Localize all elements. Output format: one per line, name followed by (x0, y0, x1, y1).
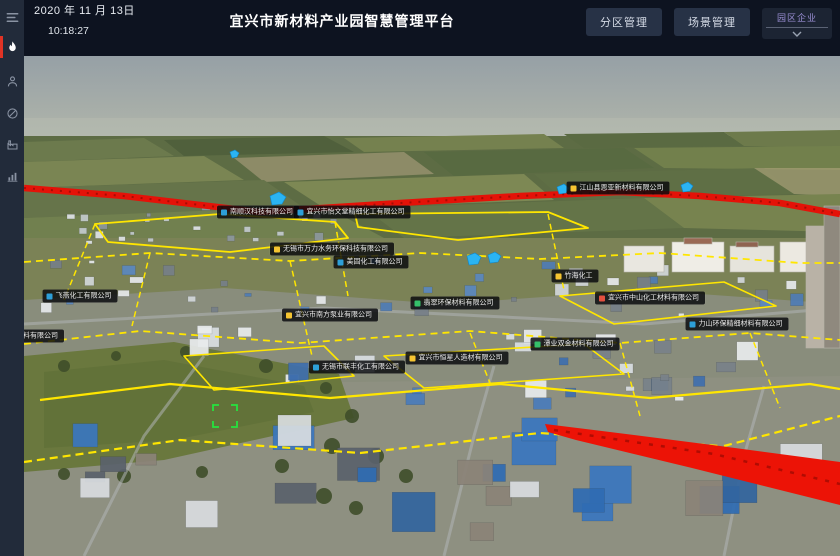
map-3d-view[interactable]: 南顺汉科技有限公司 宜兴市怡文堂精细化工有限公司无锡市万力水务环保科技有限公司美固… (24, 56, 840, 556)
person-icon (6, 75, 19, 88)
company-labels-layer: 南顺汉科技有限公司 宜兴市怡文堂精细化工有限公司无锡市万力水务环保科技有限公司美固… (24, 56, 840, 556)
company-marker-icon (571, 185, 577, 191)
company-label-text: 宜兴市怡文堂精细化工有限公司 (307, 209, 405, 216)
menu-button[interactable] (0, 4, 24, 30)
company-label[interactable]: 南顺汉科技有限公司 (217, 206, 299, 219)
company-marker-icon (313, 364, 319, 370)
zone-management-button[interactable]: 分区管理 (586, 8, 662, 36)
company-label[interactable]: 翡翠环保材料有限公司 (411, 297, 500, 310)
company-label-text: 宜兴市恒星人造材有限公司 (419, 355, 503, 362)
company-label[interactable]: 飞燕化工有限公司 (43, 290, 118, 303)
company-marker-icon (690, 321, 696, 327)
company-label-text: 竹海化工 (565, 273, 593, 280)
company-label[interactable]: 竹海化工 (552, 270, 599, 283)
company-label-text: 翡翠环保材料有限公司 (424, 300, 494, 307)
company-label-text: 江山县恩亚新材料有限公司 (580, 185, 664, 192)
factory-icon (6, 138, 19, 151)
company-marker-icon (221, 209, 227, 215)
company-marker-icon (410, 355, 416, 361)
app-root: 2020 年 11 月 13日 10:18:27 宜兴市新材料产业园智慧管理平台… (0, 0, 840, 556)
company-label[interactable]: 宜兴市恒星人造材有限公司 (406, 352, 509, 365)
company-label[interactable]: 宜兴市中山化工材料有限公司 (595, 292, 705, 305)
company-label[interactable]: 无锡市联丰化工有限公司 (309, 361, 405, 374)
company-label-text: 美固化工有限公司 (347, 259, 403, 266)
company-marker-icon (47, 293, 53, 299)
company-label-text: 宜兴市恒力材料有限公司 (24, 333, 58, 340)
flame-icon (6, 40, 19, 54)
company-marker-icon (338, 259, 344, 265)
company-marker-icon (599, 295, 605, 301)
scene-management-button[interactable]: 场景管理 (674, 8, 750, 36)
bar-chart-icon (6, 170, 19, 183)
company-label[interactable]: 美固化工有限公司 (334, 256, 409, 269)
company-marker-icon (556, 273, 562, 279)
company-label[interactable]: 江山县恩亚新材料有限公司 (567, 182, 670, 195)
company-marker-icon (286, 312, 292, 318)
company-marker-icon (298, 209, 304, 215)
company-label-text: 无锡市万力水务环保科技有限公司 (283, 246, 388, 253)
menu-icon (5, 10, 20, 25)
company-label[interactable]: 宜兴市怡文堂精细化工有限公司 (294, 206, 411, 219)
company-label[interactable]: 力山环保精细材料有限公司 (686, 318, 789, 331)
company-label-text: 南顺汉科技有限公司 (230, 209, 293, 216)
company-marker-icon (535, 341, 541, 347)
company-label[interactable]: 潭业双金材料有限公司 (531, 338, 620, 351)
chevron-down-icon (766, 29, 828, 37)
company-marker-icon (415, 300, 421, 306)
sidebar-item-fire-monitoring[interactable] (0, 34, 24, 60)
company-label[interactable]: 宜兴市南方泵业有限公司 (282, 309, 378, 322)
company-label[interactable]: 无锡市万力水务环保科技有限公司 (270, 243, 394, 256)
company-label-text: 潭业双金材料有限公司 (544, 341, 614, 348)
sidebar-item-factory[interactable] (0, 131, 24, 157)
dropdown-label: 园区企业 (766, 11, 828, 24)
company-label-text: 飞燕化工有限公司 (56, 293, 112, 300)
monitor-icon (6, 107, 19, 120)
company-marker-icon (274, 246, 280, 252)
topbar-actions: 分区管理 场景管理 园区企业 (586, 8, 832, 39)
company-label-text: 无锡市联丰化工有限公司 (322, 364, 399, 371)
sidebar-item-statistics[interactable] (0, 163, 24, 189)
company-label[interactable]: 宜兴市恒力材料有限公司 (24, 330, 64, 343)
company-label-text: 宜兴市南方泵业有限公司 (295, 312, 372, 319)
active-indicator (0, 36, 3, 58)
company-label-text: 力山环保精细材料有限公司 (699, 321, 783, 328)
company-label-text: 宜兴市中山化工材料有限公司 (608, 295, 699, 302)
topbar: 2020 年 11 月 13日 10:18:27 宜兴市新材料产业园智慧管理平台… (24, 0, 840, 56)
sidebar-item-personnel[interactable] (0, 68, 24, 94)
page-title: 宜兴市新材料产业园智慧管理平台 (24, 11, 660, 31)
sidebar (0, 0, 24, 556)
park-enterprise-dropdown[interactable]: 园区企业 (762, 8, 832, 39)
dropdown-divider (766, 27, 828, 28)
sidebar-item-monitor[interactable] (0, 100, 24, 126)
